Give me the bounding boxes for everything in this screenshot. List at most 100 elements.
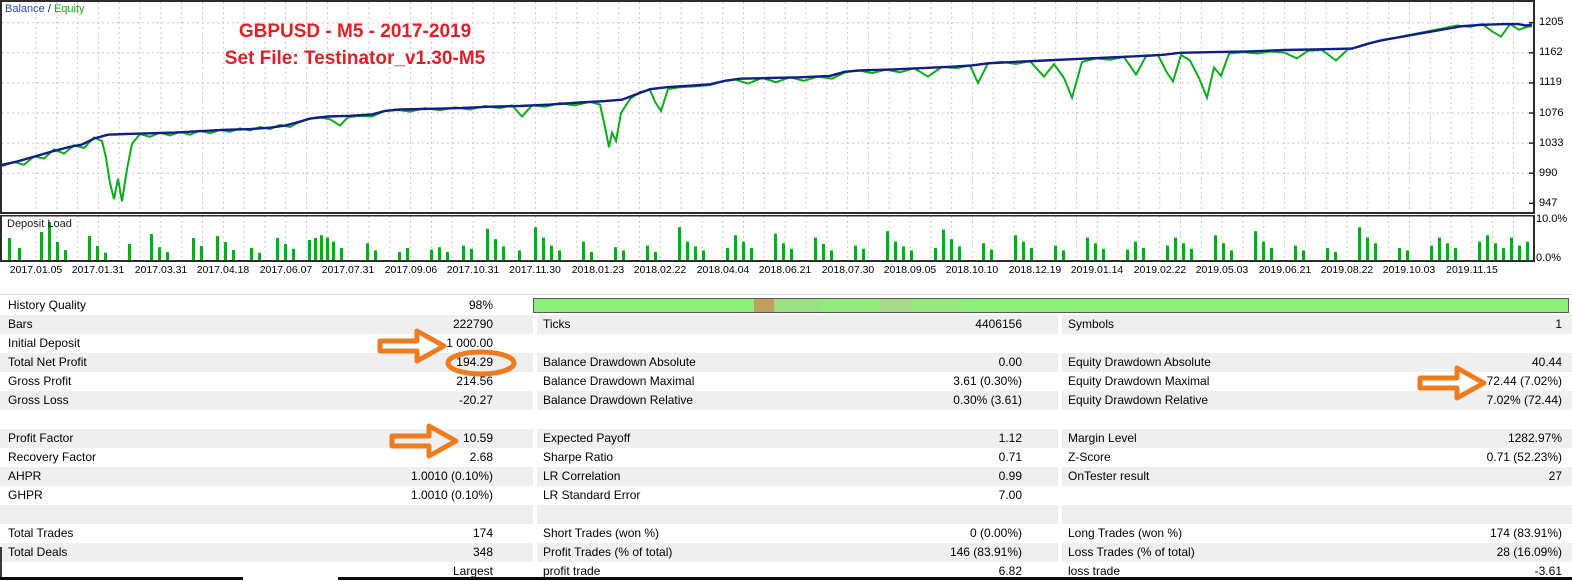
deposit-load-bar [64, 250, 67, 260]
deposit-load-bar [910, 250, 913, 260]
deposit-load-bar [258, 252, 261, 260]
deposit-load-bar [462, 245, 465, 260]
stat-value: 0.71 [998, 450, 1022, 464]
deposit-load-bar [814, 237, 817, 260]
deposit-load-bar [894, 241, 897, 260]
stat-label: GHPR [8, 488, 43, 502]
deposit-load-bar [1430, 245, 1433, 260]
table-cell-group [537, 505, 1058, 524]
deposit-load-bar [742, 241, 745, 260]
deposit-load-bar [1262, 241, 1265, 260]
stat-label: Margin Level [1068, 431, 1137, 445]
stat-value: 1282.97% [1507, 431, 1562, 445]
stat-label: Ticks [543, 317, 571, 331]
stat-label [1062, 486, 1562, 505]
deposit-load-bar [830, 250, 833, 260]
statistics-table: History Quality 98% Bars 222790 Ticks 4406156… [0, 296, 1572, 581]
stat-value: 0.00 [998, 355, 1022, 369]
table-row [0, 410, 1572, 429]
stat-label: Recovery Factor [8, 450, 97, 464]
deposit-load-bar [320, 235, 323, 260]
deposit-load-label: Deposit Load [7, 218, 72, 230]
table-cell-group [0, 410, 533, 429]
deposit-load-bar [646, 245, 649, 260]
table-row: Profit Factor 10.59 Expected Payoff 1.12 Mar… [0, 429, 1572, 448]
stat-value: 1 [1555, 317, 1562, 331]
deposit-axis-min-label: 0.0% [1536, 252, 1562, 264]
deposit-load-bar [18, 248, 21, 260]
stat-label: Balance Drawdown Absolute [543, 355, 696, 369]
table-row: GHPR 1.0010 (0.10%) LR Standard Error 7.00 [0, 486, 1572, 505]
deposit-load-bar [1446, 243, 1449, 260]
deposit-load-bar [1166, 245, 1169, 260]
table-row: Gross Profit 214.56 Balance Drawdown Maxim… [0, 372, 1572, 391]
stat-label: OnTester result [1068, 469, 1150, 483]
stat-label: AHPR [8, 469, 42, 483]
deposit-load-chart[interactable] [0, 215, 1537, 263]
deposit-load-bar [1030, 248, 1033, 260]
deposit-load-bar [1214, 235, 1217, 260]
stat-label [537, 334, 1022, 353]
table-cell-group: Margin Level 1282.97% [1062, 429, 1572, 448]
stat-label: Z-Score [1068, 450, 1111, 464]
deposit-load-bar [750, 248, 753, 260]
deposit-load-bar [614, 247, 617, 260]
deposit-load-bar [1438, 237, 1441, 260]
deposit-load-bar [1518, 245, 1521, 260]
deposit-load-bar [958, 246, 961, 260]
date-axis-label: 2017.07.31 [321, 264, 375, 276]
table-cell-group: Total Trades 174 [0, 524, 533, 543]
stat-value: 1.0010 (0.10%) [410, 469, 493, 483]
table-row [0, 505, 1572, 524]
date-axis-label: 2018.02.22 [633, 264, 687, 276]
table-cell-group: Balance Drawdown Absolute 0.00 [537, 353, 1058, 372]
stat-value: 174 (83.91%) [1489, 526, 1562, 540]
deposit-load-bar [1502, 248, 1505, 260]
table-cell-group: Profit Factor 10.59 [0, 429, 533, 448]
annotation-line-2: Set File: Testinator_v1.30-M5 [224, 48, 486, 69]
deposit-load-bar [1526, 241, 1529, 260]
stat-label: Profit Factor [8, 431, 74, 445]
deposit-load-bar [622, 250, 625, 260]
stat-value: 0.99 [998, 469, 1022, 483]
stat-value: 28 (16.09%) [1496, 545, 1562, 559]
deposit-load-bar [862, 248, 865, 260]
table-cell-group [0, 505, 533, 524]
table-cell-group: Z-Score 0.71 (52.23%) [1062, 448, 1572, 467]
deposit-load-bar [470, 248, 473, 260]
stat-value: 194.29 [456, 355, 493, 369]
stat-label: Initial Deposit [8, 336, 81, 350]
table-cell-group: LR Standard Error 7.00 [537, 486, 1058, 505]
table-cell-group: Gross Loss -20.27 [0, 391, 533, 410]
table-row: Initial Deposit 1 000.00 [0, 334, 1572, 353]
stat-value [1022, 505, 1058, 524]
deposit-load-bar [542, 237, 545, 260]
stat-value: 348 [472, 545, 493, 559]
date-axis-label: 2017.09.06 [384, 264, 438, 276]
table-cell-group: LR Correlation 0.99 [537, 467, 1058, 486]
chart-annotation: GBPUSD - M5 - 2017-2019 Set File: Testin… [140, 18, 570, 72]
deposit-load-bar [822, 244, 825, 260]
table-cell-group: Symbols 1 [1062, 315, 1572, 334]
deposit-load-bar [694, 246, 697, 260]
bottom-strip-right [338, 577, 1572, 580]
deposit-load-bar [128, 244, 131, 260]
history-quality-bar [533, 298, 1569, 313]
deposit-load-bar [1174, 237, 1177, 260]
deposit-load-bar [854, 245, 857, 260]
deposit-load-bar [774, 233, 777, 260]
deposit-load-bar [1134, 241, 1137, 260]
table-cell-group [1062, 410, 1572, 429]
stat-value: 1.0010 (0.10%) [410, 488, 493, 502]
deposit-load-bar [1294, 245, 1297, 260]
table-cell-group: Bars 222790 [0, 315, 533, 334]
deposit-load-bar [1454, 248, 1457, 260]
legend-balance-label: Balance [5, 3, 45, 15]
deposit-load-bar [1358, 227, 1361, 260]
date-axis-label: 2019.11.15 [1446, 264, 1498, 276]
date-axis-label: 2017.03.31 [134, 264, 188, 276]
deposit-load-bar [1270, 248, 1273, 260]
table-cell-group: Balance Drawdown Relative 0.30% (3.61) [537, 391, 1058, 410]
date-axis-label: 2017.04.18 [196, 264, 250, 276]
deposit-load-bar [406, 248, 409, 260]
